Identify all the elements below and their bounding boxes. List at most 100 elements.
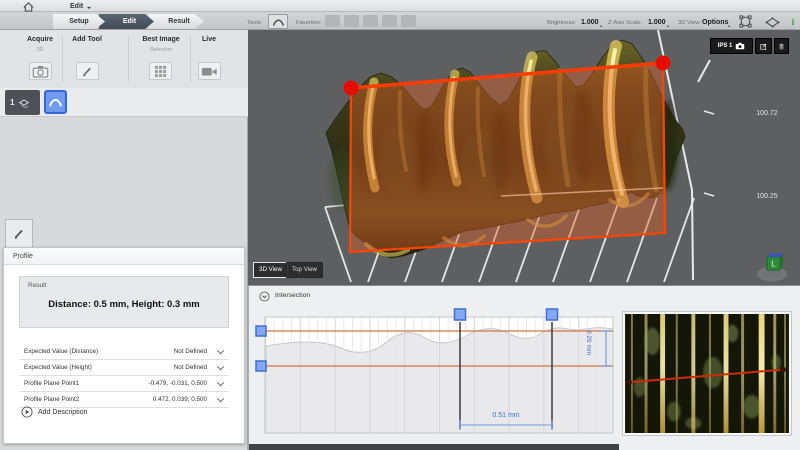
plane-endpoint-handle[interactable] bbox=[656, 56, 671, 71]
divider bbox=[62, 36, 63, 82]
3d-view-label: 3D View: bbox=[678, 20, 701, 26]
chevron-down-icon bbox=[600, 26, 603, 28]
row-expected-distance[interactable]: Expected Value (Distance) Not Defined bbox=[19, 344, 229, 360]
tab-result[interactable]: Result bbox=[148, 14, 204, 29]
favorite-slot[interactable] bbox=[382, 15, 397, 27]
info-icon[interactable]: i bbox=[788, 15, 798, 28]
favorites-label: Favorites: bbox=[296, 20, 321, 26]
chevron-down-icon bbox=[87, 6, 91, 8]
edit-menu[interactable]: Edit bbox=[70, 0, 92, 12]
selection-frame-button[interactable] bbox=[737, 14, 753, 29]
grid-icon bbox=[154, 65, 167, 78]
home-icon[interactable] bbox=[22, 0, 35, 12]
favorite-slot[interactable] bbox=[363, 15, 378, 27]
top-view-button-label: Top View bbox=[292, 266, 317, 273]
top-view-button[interactable]: Top View bbox=[286, 262, 323, 278]
z-tick-label-upper: 100.72 bbox=[744, 110, 790, 117]
profile-tool-tab[interactable] bbox=[5, 219, 33, 248]
expand-play-icon bbox=[21, 406, 33, 418]
row-label: Expected Value (Height) bbox=[24, 364, 92, 371]
3d-view-button[interactable]: 3D View bbox=[253, 262, 288, 278]
selection-frame-icon bbox=[739, 15, 752, 28]
height-measurement-label: 0.29 mm bbox=[585, 330, 592, 374]
thread-surface-photo bbox=[625, 314, 789, 433]
profile-cutting-plane[interactable] bbox=[344, 56, 671, 253]
chart-bottom-strip bbox=[249, 444, 619, 450]
add-description-button[interactable]: Add Description bbox=[21, 406, 87, 418]
ips-label: IPS 1 bbox=[718, 43, 733, 49]
row-label: Profile Plane Point2 bbox=[24, 396, 79, 403]
acquire-button[interactable] bbox=[29, 62, 52, 80]
profile-peak-icon bbox=[48, 96, 63, 108]
camera-icon bbox=[735, 42, 745, 50]
left-distance-handle[interactable] bbox=[455, 309, 466, 320]
row-label: Profile Plane Point1 bbox=[24, 380, 79, 387]
tools-label: Tools: bbox=[247, 20, 262, 26]
collapse-icon[interactable] bbox=[259, 291, 270, 302]
result-label: Result bbox=[28, 282, 46, 289]
intersection-profile-chart[interactable] bbox=[251, 307, 617, 447]
camera-icon bbox=[32, 65, 49, 78]
chevron-down-icon bbox=[728, 26, 731, 28]
favorite-slot[interactable] bbox=[325, 15, 340, 27]
profile-panel: Profile Result Distance: 0.5 mm, Height:… bbox=[3, 247, 245, 444]
row-expected-height[interactable]: Expected Value (Height) Not Defined bbox=[19, 360, 229, 376]
item-index: 1 bbox=[10, 98, 14, 107]
live-label: Live bbox=[188, 36, 230, 43]
orientation-gizmo[interactable]: L bbox=[750, 249, 792, 283]
acquire-header: Acquire 3D Add Tool Best Image Selection… bbox=[0, 30, 248, 88]
tab-setup-label: Setup bbox=[69, 18, 88, 25]
best-image-label: Best Image bbox=[130, 36, 192, 43]
brightness-label: Brightness: bbox=[547, 20, 576, 26]
row-plane-point1[interactable]: Profile Plane Point1 -0.479, -0.031, 0.5… bbox=[19, 376, 229, 392]
row-value: Not Defined bbox=[174, 348, 207, 355]
measurement-item-row: 1 bbox=[0, 88, 248, 117]
divider bbox=[128, 36, 129, 82]
3d-scene bbox=[248, 30, 800, 285]
chevron-down-icon[interactable] bbox=[216, 381, 225, 387]
favorite-slot[interactable] bbox=[344, 15, 359, 27]
add-tool-label: Add Tool bbox=[64, 36, 110, 43]
z-axis-scale-value[interactable]: 1.000 bbox=[648, 19, 666, 26]
result-box: Result Distance: 0.5 mm, Height: 0.3 mm bbox=[19, 276, 229, 328]
application-window: Edit Setup Edit Result Tools: Favorites:… bbox=[0, 0, 800, 450]
edit-export-button[interactable] bbox=[755, 38, 772, 54]
live-button[interactable] bbox=[198, 62, 221, 80]
tab-setup[interactable]: Setup bbox=[53, 14, 105, 29]
main-toolbar: Setup Edit Result Tools: Favorites: Brig… bbox=[0, 12, 800, 30]
favorite-slot[interactable] bbox=[401, 15, 416, 27]
chevron-down-icon[interactable] bbox=[216, 397, 225, 403]
acquire-sublabel: 3D bbox=[14, 47, 66, 53]
row-value: -0.479, -0.031, 0.500 bbox=[149, 380, 207, 387]
upper-cursor-handle[interactable] bbox=[256, 326, 266, 336]
chevron-down-icon[interactable] bbox=[216, 365, 225, 371]
3d-layers-icon bbox=[17, 97, 31, 109]
profile-panel-title: Profile bbox=[4, 248, 244, 265]
profile-peak-icon bbox=[272, 17, 285, 27]
pencil-icon bbox=[12, 227, 26, 241]
result-value: Distance: 0.5 mm, Height: 0.3 mm bbox=[20, 299, 228, 310]
intersection-panel: Intersection bbox=[248, 285, 800, 450]
3d-viewport[interactable]: IPS 1 1 bbox=[248, 30, 800, 285]
tools-profile-button[interactable] bbox=[268, 14, 288, 29]
camera-preview-image[interactable] bbox=[623, 312, 791, 435]
plane-view-button[interactable] bbox=[764, 14, 780, 29]
brightness-value[interactable]: 1.000 bbox=[581, 19, 599, 26]
3d-view-button-label: 3D View bbox=[259, 266, 282, 273]
intersection-title: Intersection bbox=[275, 292, 310, 299]
best-image-button[interactable] bbox=[149, 62, 172, 80]
ips-capture-button[interactable]: IPS 1 bbox=[710, 38, 753, 54]
delete-button[interactable] bbox=[774, 38, 789, 54]
measurement-item-1[interactable]: 1 bbox=[5, 90, 40, 115]
right-distance-handle[interactable] bbox=[547, 309, 558, 320]
profile-tool-selected-button[interactable] bbox=[44, 90, 67, 114]
tab-edit[interactable]: Edit bbox=[99, 14, 154, 29]
row-value: Not Defined bbox=[174, 364, 207, 371]
plane-endpoint-handle[interactable] bbox=[344, 81, 359, 96]
chevron-down-icon[interactable] bbox=[216, 349, 225, 355]
intersection-header[interactable]: Intersection bbox=[249, 286, 800, 306]
3d-view-options[interactable]: Options bbox=[702, 19, 728, 26]
z-axis-scale-label: Z-Axis Scale: bbox=[608, 20, 642, 26]
lower-cursor-handle[interactable] bbox=[256, 361, 266, 371]
add-tool-button[interactable] bbox=[76, 62, 99, 80]
